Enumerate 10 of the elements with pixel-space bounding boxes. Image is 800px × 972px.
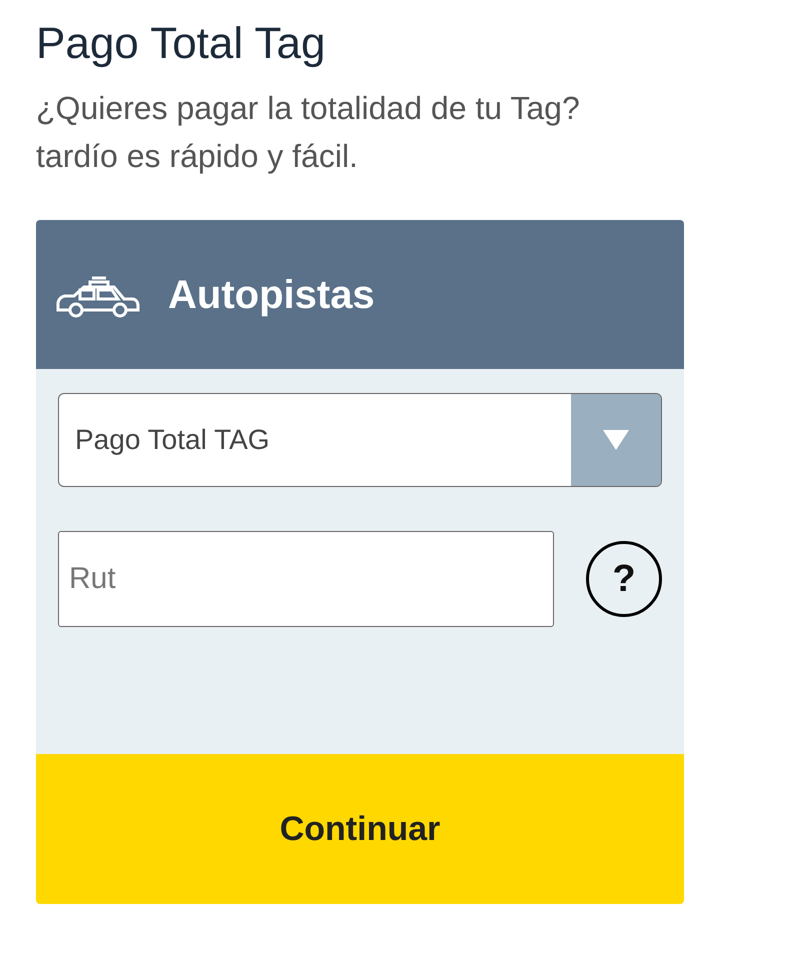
continue-button[interactable]: Continuar (36, 754, 684, 904)
dropdown-value: Pago Total TAG (74, 423, 271, 457)
rut-input-field[interactable]: Rut (58, 531, 554, 627)
description-text: ¿Quieres pagar la totalidad de tu Tag? (36, 89, 580, 128)
page-title: Pago Total Tag (36, 18, 326, 70)
description-text: tardío es rápido y fácil. (36, 137, 358, 176)
help-button[interactable]: ? (586, 541, 662, 617)
caret-icon (603, 430, 629, 450)
card-title: Autopistas (168, 272, 375, 318)
type-dropdown[interactable]: Pago Total TAG (58, 393, 662, 487)
